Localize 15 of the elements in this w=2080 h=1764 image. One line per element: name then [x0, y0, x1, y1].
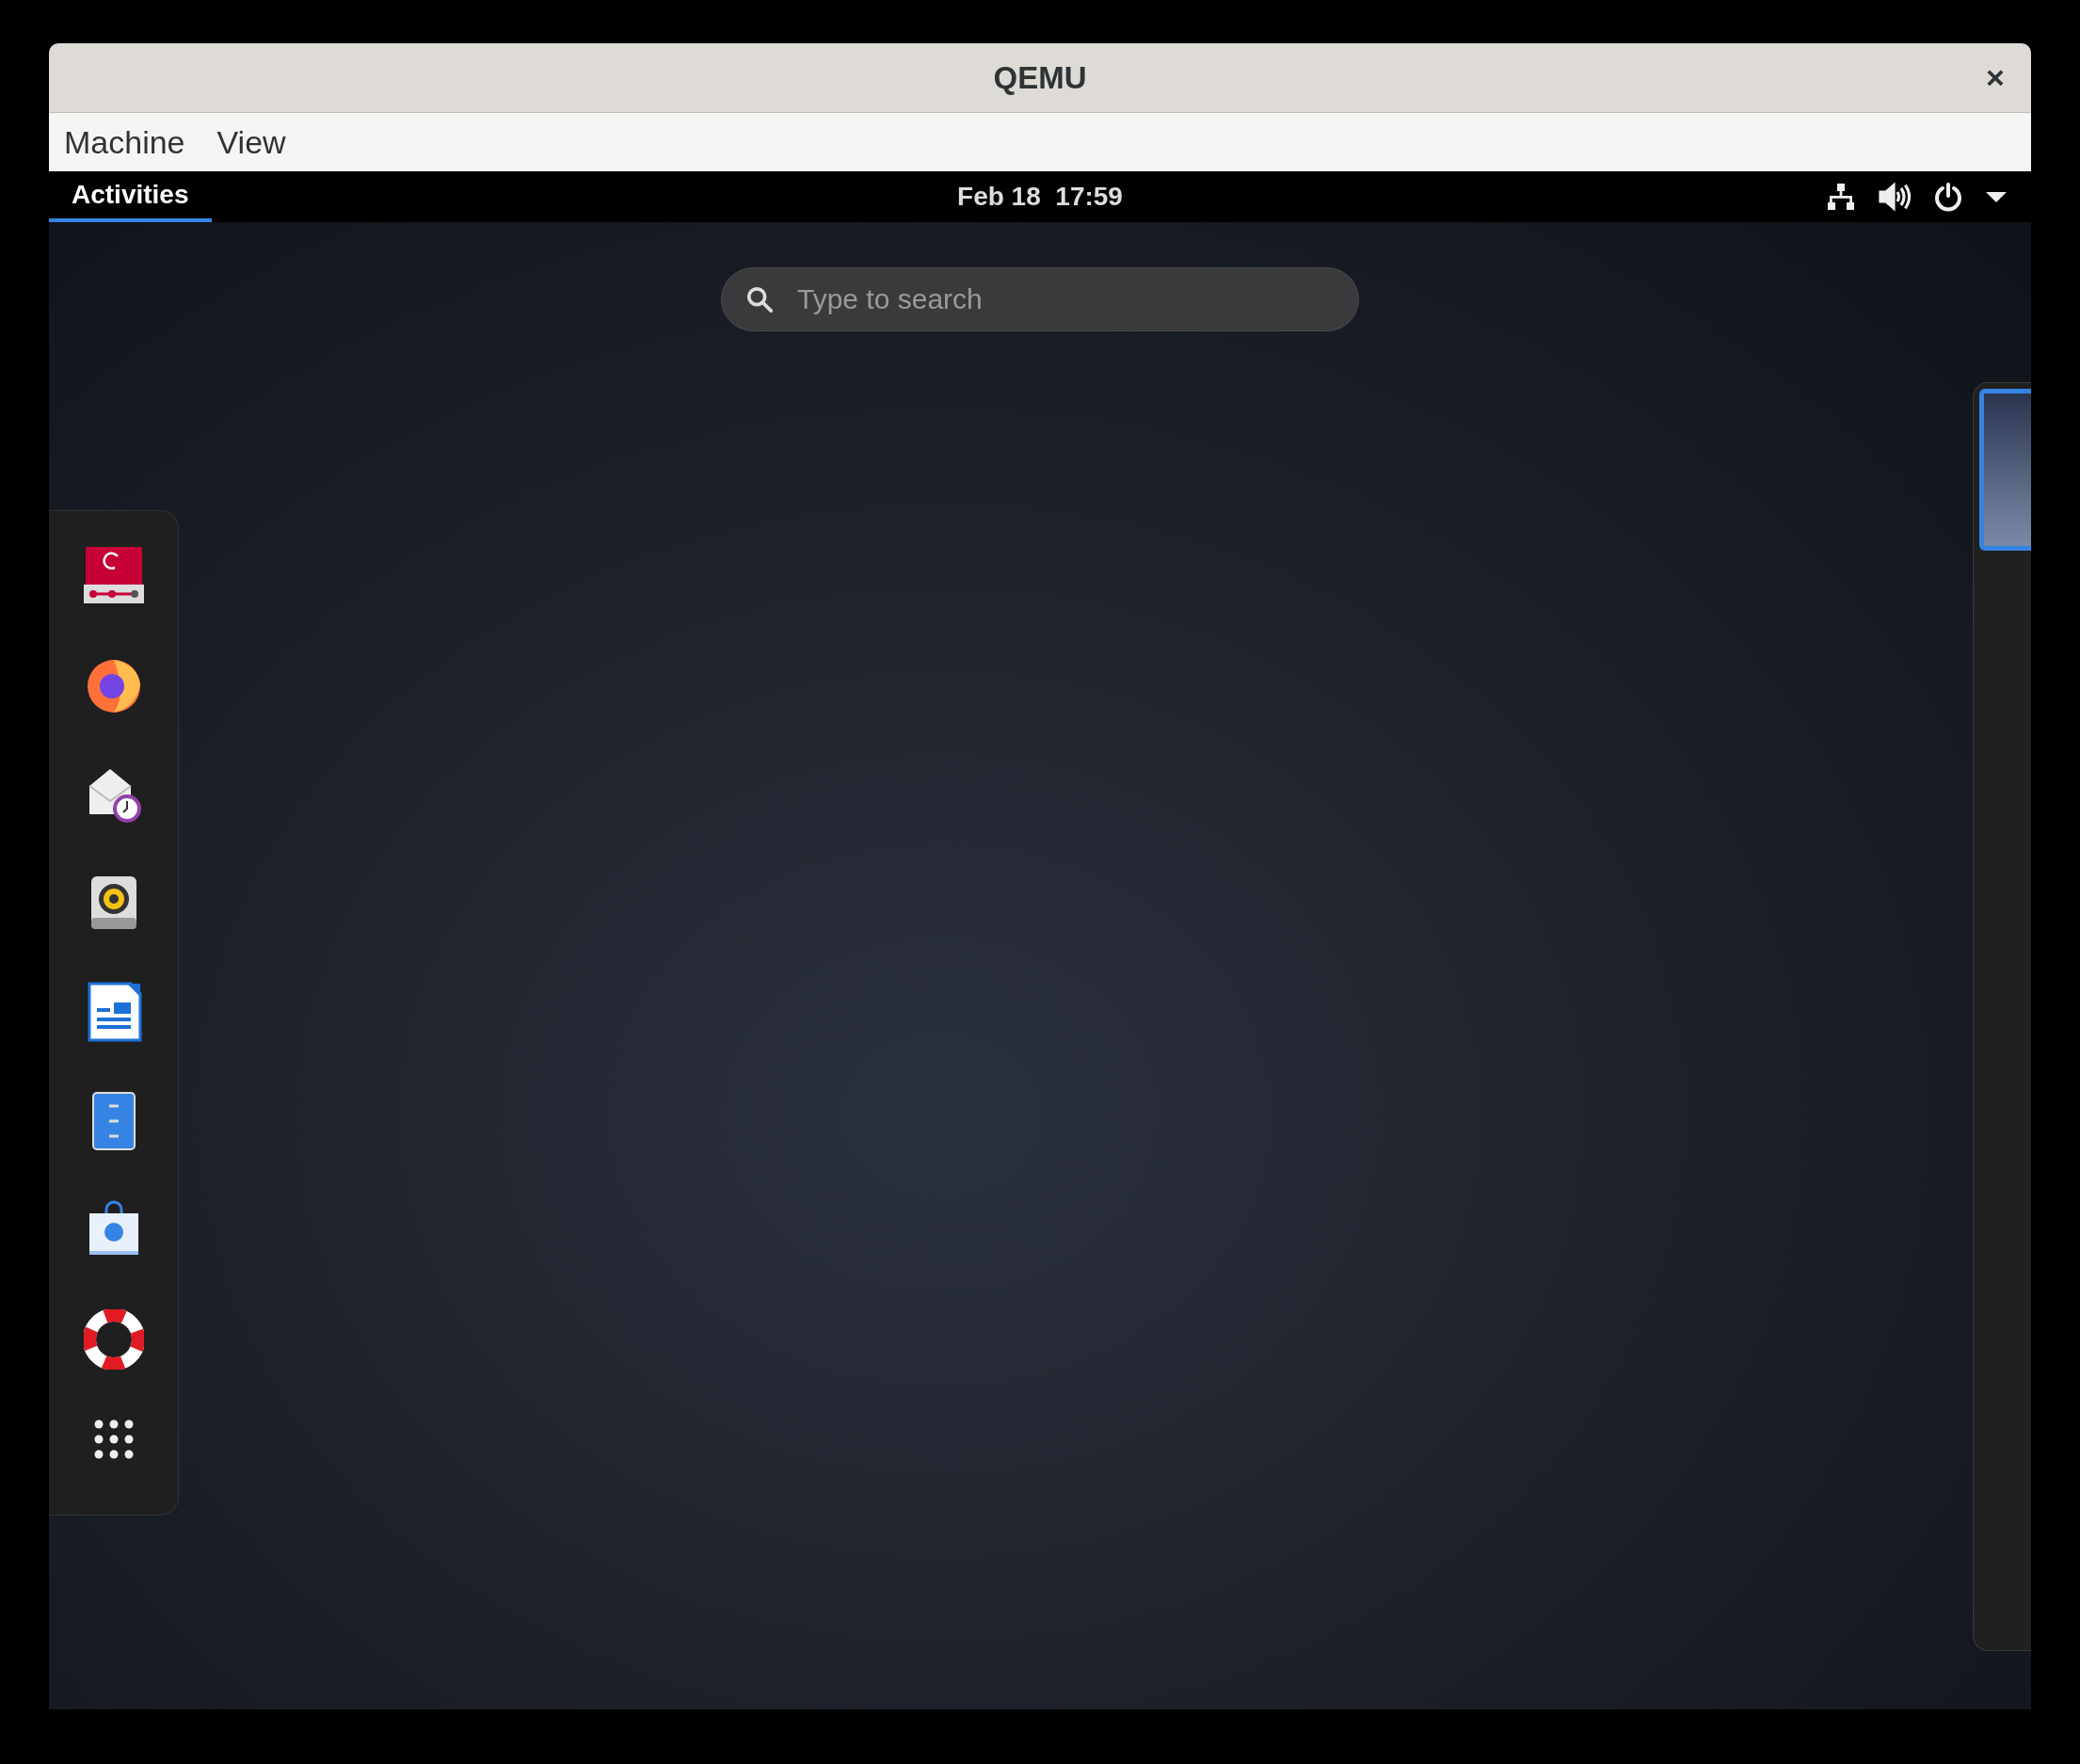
lifebuoy-icon[interactable] [83, 1309, 144, 1370]
dropdown-arrow-icon[interactable] [1986, 190, 2007, 203]
close-button[interactable]: × [1978, 60, 2012, 94]
menu-item[interactable]: View [216, 118, 286, 167]
clock[interactable]: Feb 18 17:59 [957, 177, 1123, 216]
installer-icon[interactable] [83, 545, 144, 605]
network-icon[interactable] [1826, 182, 1856, 212]
search-icon [745, 285, 774, 313]
workspace-thumbnail[interactable] [1979, 389, 2031, 551]
menu-item[interactable]: Machine [64, 118, 185, 167]
window-title: QEMU [993, 58, 1087, 97]
search-field[interactable]: Type to search [721, 267, 1359, 331]
volume-icon[interactable] [1879, 182, 1911, 212]
power-icon[interactable] [1933, 182, 1963, 212]
app-grid-icon[interactable] [92, 1419, 135, 1460]
